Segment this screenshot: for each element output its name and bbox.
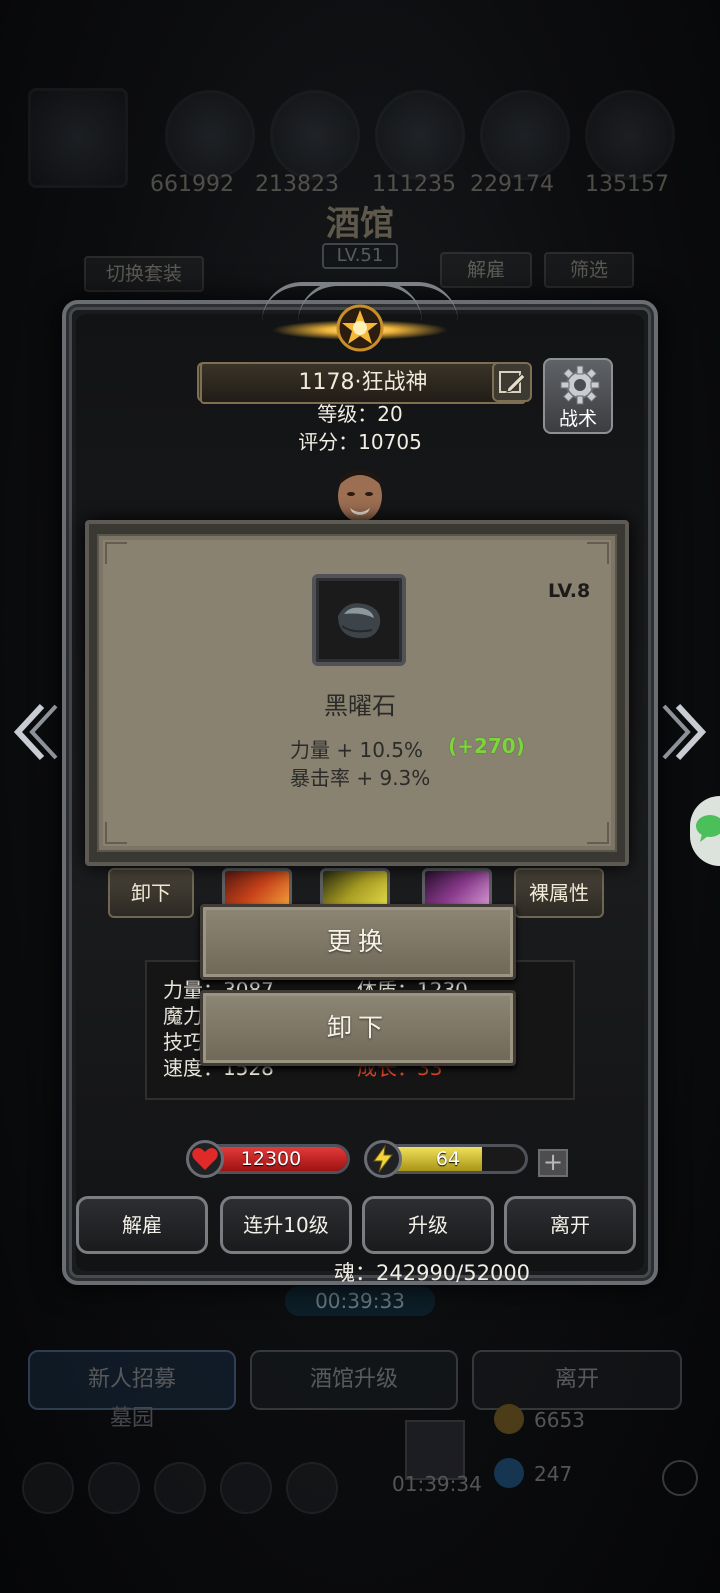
switch-outfit-button[interactable]: 切换套装 — [84, 256, 204, 292]
bg-resource-slot — [585, 90, 675, 180]
gold-amount: 6653 — [534, 1408, 585, 1432]
leave-button[interactable]: 离开 — [504, 1196, 636, 1254]
tavern-title: 酒馆 — [326, 204, 394, 244]
bg-filter-button[interactable]: 筛选 — [544, 252, 634, 288]
bg-resource-value: 111235 — [372, 172, 456, 197]
bg-menu-icon[interactable] — [286, 1462, 338, 1514]
sunburst-emblem-icon — [272, 304, 448, 352]
bg-timer-top: 00:39:33 — [285, 1286, 435, 1316]
bg-menu-icon[interactable] — [88, 1462, 140, 1514]
obsidian-stone-icon — [338, 603, 381, 639]
next-hero-arrow[interactable] — [658, 700, 708, 764]
soul-counter: 魂：242990/52000 — [334, 1261, 531, 1285]
item-stat-bonus: (+270) — [448, 734, 525, 758]
level-up-button[interactable]: 升级 — [362, 1196, 494, 1254]
bg-resource-value: 229174 — [470, 172, 554, 197]
chat-icon — [696, 815, 720, 842]
previous-hero-arrow[interactable] — [12, 700, 62, 764]
bg-resource-slot — [165, 90, 255, 180]
bg-menu-icon[interactable] — [220, 1462, 272, 1514]
corner-ornament — [105, 542, 127, 564]
level-up-10-button[interactable]: 连升10级 — [220, 1196, 352, 1254]
corner-ornament — [105, 822, 127, 844]
bg-dismiss-button[interactable]: 解雇 — [440, 252, 532, 288]
item-stat-crit: 暴击率 + 9.3% — [290, 766, 431, 790]
unequip-button[interactable]: 卸下 — [200, 990, 516, 1066]
chevron-left-icon — [13, 703, 58, 761]
heart-icon — [186, 1140, 224, 1178]
gem-amount: 247 — [534, 1462, 573, 1486]
bg-resource-slot — [270, 90, 360, 180]
item-stat-strength: 力量 + 10.5% — [290, 738, 424, 762]
add-energy-button[interactable]: + — [538, 1149, 568, 1177]
tab-leave[interactable]: 离开 — [472, 1350, 682, 1410]
bg-resource-value: 213823 — [255, 172, 339, 197]
gem-icon — [494, 1458, 524, 1488]
hero-level: 等级：20 — [317, 402, 403, 426]
bg-resource-slot — [28, 88, 128, 188]
tab-tavern-upgrade[interactable]: 酒馆升级 — [250, 1350, 458, 1410]
attr-magic: 魔力 — [163, 1004, 203, 1028]
bg-resource-slot — [375, 90, 465, 180]
bg-resource-value: 661992 — [150, 172, 234, 197]
attr-skill: 技巧 — [163, 1030, 203, 1054]
bg-resource-slot — [480, 90, 570, 180]
replace-button[interactable]: 更换 — [200, 904, 516, 980]
tavern-level-badge: LV.51 — [322, 243, 398, 269]
cemetery-label: 墓园 — [110, 1406, 155, 1431]
unequip-side-button[interactable]: 卸下 — [108, 868, 194, 918]
bg-resource-value: 135157 — [585, 172, 669, 197]
gold-coin-icon — [494, 1404, 524, 1434]
pencil-icon — [499, 371, 526, 393]
lightning-icon — [364, 1140, 402, 1178]
rename-button[interactable] — [492, 362, 532, 402]
hero-score: 评分：10705 — [298, 430, 422, 454]
gift-icon[interactable] — [405, 1420, 465, 1480]
bg-menu-icon[interactable] — [22, 1462, 74, 1514]
raw-attributes-button[interactable]: 裸属性 — [514, 868, 604, 918]
bg-menu-icon[interactable] — [154, 1462, 206, 1514]
item-icon-frame — [312, 574, 406, 666]
chevron-right-icon — [662, 703, 707, 761]
item-level: LV.8 — [548, 580, 591, 602]
corner-ornament — [587, 542, 609, 564]
corner-ornament — [587, 822, 609, 844]
dismiss-button[interactable]: 解雇 — [76, 1196, 208, 1254]
add-icon[interactable] — [662, 1460, 698, 1496]
item-name: 黑曜石 — [324, 692, 396, 720]
bg-timer-bottom: 01:39:34 — [392, 1472, 482, 1496]
